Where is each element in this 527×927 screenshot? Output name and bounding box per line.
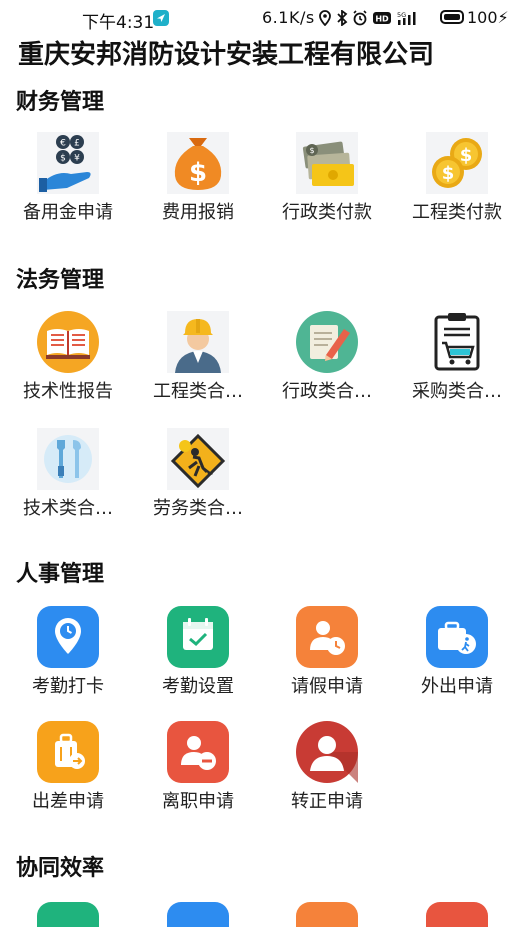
labor-contract[interactable]: 劳务类合… — [133, 428, 263, 528]
signal-5g-icon: 5G — [397, 11, 416, 25]
admin-contract[interactable]: 行政类合… — [262, 311, 392, 411]
person-badge-icon — [296, 721, 358, 783]
regularization-label: 转正申请 — [291, 791, 363, 812]
calendar-check-icon — [167, 606, 229, 668]
outing-request[interactable]: 外出申请 — [392, 606, 522, 706]
person-clock-icon — [296, 606, 358, 668]
tech-contract[interactable]: 技术类合… — [3, 428, 133, 528]
status-time: 下午4:31 — [82, 13, 155, 33]
admin-payment-label: 行政类付款 — [282, 202, 372, 223]
collab-item-2[interactable] — [167, 902, 229, 927]
project-contract-label: 工程类合… — [153, 381, 243, 402]
battery-icon — [440, 10, 464, 24]
svg-text:$: $ — [189, 158, 207, 188]
hd-icon: HD — [373, 12, 391, 24]
expense-label: 费用报销 — [162, 202, 234, 223]
admin-payment[interactable]: $ 行政类付款 — [262, 132, 392, 232]
expense-reimbursement[interactable]: $ 费用报销 — [133, 132, 263, 232]
collab-item-4[interactable] — [426, 902, 488, 927]
coins-hand-icon: € £ $ ¥ — [37, 132, 99, 194]
regularization-request[interactable]: 转正申请 — [262, 721, 392, 821]
tech-contract-label: 技术类合… — [23, 498, 113, 519]
petty-cash-application[interactable]: € £ $ ¥ 备用金申请 — [3, 132, 133, 232]
briefcase-walk-icon — [426, 606, 488, 668]
section-title-hr: 人事管理 — [16, 562, 105, 587]
company-title: 重庆安邦消防设计安装工程有限公司 — [18, 40, 435, 70]
collab-app-icon — [426, 902, 488, 927]
attendance-clock-label: 考勤打卡 — [32, 676, 104, 697]
labor-contract-label: 劳务类合… — [153, 498, 243, 519]
svg-text:€: € — [60, 139, 66, 149]
battery-level: 100⚡ — [467, 8, 509, 27]
petty-cash-label: 备用金申请 — [23, 202, 113, 223]
svg-text:5G: 5G — [397, 11, 406, 19]
alarm-icon — [353, 10, 367, 26]
svg-text:HD: HD — [375, 15, 389, 24]
project-payment-label: 工程类付款 — [412, 202, 502, 223]
navigation-app-icon — [153, 10, 169, 26]
leave-request[interactable]: 请假申请 — [262, 606, 392, 706]
collab-app-icon — [296, 902, 358, 927]
tools-icon — [37, 428, 99, 490]
open-book-icon — [37, 311, 99, 373]
svg-text:$: $ — [460, 145, 473, 166]
outing-request-label: 外出申请 — [421, 676, 493, 697]
project-contract[interactable]: 工程类合… — [133, 311, 263, 411]
section-title-finance: 财务管理 — [16, 90, 105, 115]
svg-text:$: $ — [442, 163, 455, 184]
admin-contract-label: 行政类合… — [282, 381, 372, 402]
section-title-collab: 协同效率 — [16, 856, 105, 881]
status-icons: HD 5G — [318, 9, 418, 27]
bluetooth-icon — [337, 10, 348, 26]
cash-bills-icon: $ — [296, 132, 358, 194]
tech-report-label: 技术性报告 — [23, 381, 113, 402]
svg-text:£: £ — [74, 139, 80, 149]
business-trip-label: 出差申请 — [32, 791, 104, 812]
svg-text:$: $ — [309, 146, 314, 155]
network-speed: 6.1K/s — [262, 8, 315, 27]
money-bag-icon: $ — [167, 132, 229, 194]
attendance-clock-in[interactable]: 考勤打卡 — [3, 606, 133, 706]
collab-app-icon — [37, 902, 99, 927]
resignation-label: 离职申请 — [162, 791, 234, 812]
person-minus-icon — [167, 721, 229, 783]
svg-text:$: $ — [60, 154, 66, 164]
notepad-pencil-icon — [296, 311, 358, 373]
svg-text:¥: ¥ — [74, 154, 80, 164]
purchase-contract-label: 采购类合… — [412, 381, 502, 402]
tech-report[interactable]: 技术性报告 — [3, 311, 133, 411]
purchase-contract[interactable]: 采购类合… — [392, 311, 522, 411]
luggage-icon — [37, 721, 99, 783]
leave-request-label: 请假申请 — [291, 676, 363, 697]
construction-sign-icon — [167, 428, 229, 490]
gold-coins-icon: $ $ — [426, 132, 488, 194]
location-icon — [319, 10, 331, 26]
engineer-icon — [167, 311, 229, 373]
shopping-cart-clipboard-icon — [426, 311, 488, 373]
section-title-legal: 法务管理 — [16, 268, 105, 293]
collab-item-3[interactable] — [296, 902, 358, 927]
collab-item-1[interactable] — [37, 902, 99, 927]
attendance-settings[interactable]: 考勤设置 — [133, 606, 263, 706]
collab-app-icon — [167, 902, 229, 927]
attendance-settings-label: 考勤设置 — [162, 676, 234, 697]
business-trip-request[interactable]: 出差申请 — [3, 721, 133, 821]
project-payment[interactable]: $ $ 工程类付款 — [392, 132, 522, 232]
resignation-request[interactable]: 离职申请 — [133, 721, 263, 821]
status-bar: 下午4:31 6.1K/s HD 5G 100⚡ — [0, 0, 527, 34]
location-clock-icon — [37, 606, 99, 668]
